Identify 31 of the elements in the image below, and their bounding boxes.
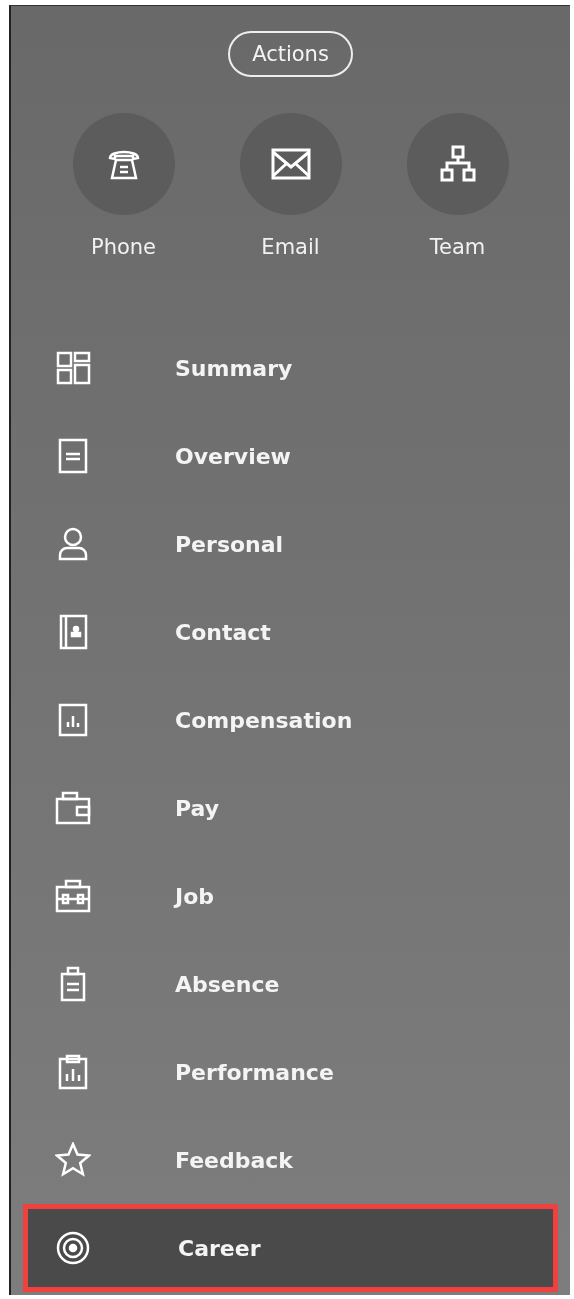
quick-action-label: Phone (90, 235, 157, 259)
menu-item[interactable]: Contact (11, 588, 570, 676)
menu-item-label: Career (178, 1235, 261, 1261)
quick-action-label: Email (261, 235, 320, 259)
menu-item[interactable]: Absence (11, 940, 570, 1028)
menu-item-label: Pay (175, 795, 220, 821)
star-icon (55, 1142, 91, 1178)
grid-icon (55, 350, 91, 386)
menu-item-label: Contact (175, 619, 271, 645)
menu-item[interactable]: Pay (11, 764, 570, 852)
menu-item-label: Overview (175, 443, 291, 469)
menu-item-label: Absence (175, 971, 280, 997)
menu-item[interactable]: Personal (11, 500, 570, 588)
briefcase-icon (55, 878, 91, 914)
target-icon (55, 1230, 91, 1266)
menu-item[interactable]: Job (11, 852, 570, 940)
menu-item-label: Personal (175, 531, 284, 557)
menu-item[interactable]: Career (23, 1204, 558, 1292)
menu-item[interactable]: Overview (11, 412, 570, 500)
wallet-icon (55, 790, 91, 826)
menu-item[interactable]: Compensation (11, 676, 570, 764)
menu-item-label: Summary (175, 355, 293, 381)
menu-item[interactable]: Feedback (11, 1116, 570, 1204)
menu-item-label: Job (175, 883, 215, 909)
menu-item[interactable]: Summary (11, 324, 570, 412)
quick-action-label: Team (429, 235, 486, 259)
actions-button[interactable]: Actions (228, 31, 353, 77)
menu-item[interactable]: Performance (11, 1028, 570, 1116)
menu-item-label: Compensation (175, 707, 353, 733)
menu-item-label: Performance (175, 1059, 334, 1085)
menu-item-label: Feedback (175, 1147, 293, 1173)
